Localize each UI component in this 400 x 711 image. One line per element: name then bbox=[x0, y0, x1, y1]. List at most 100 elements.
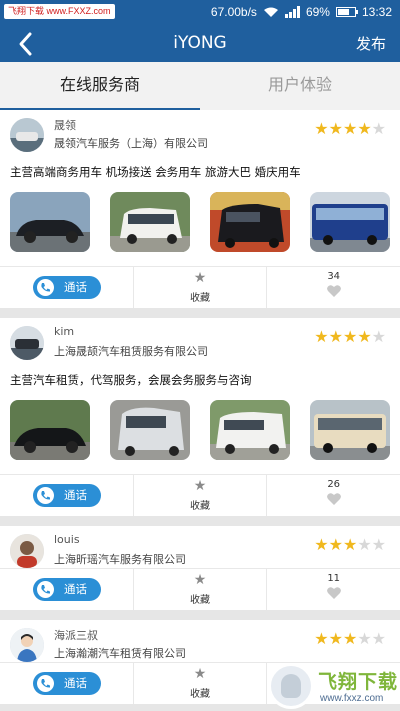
white-van-photo[interactable] bbox=[210, 400, 290, 460]
corner-watermark: 飞翔下载 www.fxxz.com bbox=[268, 663, 398, 709]
black-sedan-photo[interactable] bbox=[10, 192, 90, 252]
beige-bus-photo[interactable] bbox=[310, 400, 390, 460]
star-filled-icon: ★ bbox=[328, 327, 343, 346]
avatar bbox=[10, 628, 44, 662]
star-empty-icon: ★ bbox=[357, 629, 372, 648]
call-button[interactable]: 通话 bbox=[33, 484, 101, 507]
rating-stars: ★★★★★ bbox=[314, 629, 386, 648]
provider-name: kim bbox=[54, 325, 75, 338]
page-title: iYONG bbox=[173, 33, 227, 53]
star-filled-icon: ★ bbox=[314, 629, 329, 648]
avatar bbox=[10, 534, 44, 568]
phone-icon bbox=[37, 487, 54, 504]
star-empty-icon: ★ bbox=[357, 535, 372, 554]
company-name: 上海晟颉汽车租赁服务有限公司 bbox=[54, 345, 208, 358]
phone-icon bbox=[37, 675, 54, 692]
network-speed: 67.00b/s bbox=[210, 5, 257, 19]
star-filled-icon: ★ bbox=[328, 535, 343, 554]
favorite-button[interactable]: ★ 收藏 bbox=[134, 267, 268, 308]
star-filled-icon: ★ bbox=[342, 119, 358, 138]
watermark-logo-icon bbox=[268, 663, 314, 709]
watermark-name: 飞翔下载 bbox=[318, 671, 399, 693]
favorite-label: 收藏 bbox=[190, 689, 210, 700]
tab-user-experience[interactable]: 用户体验 bbox=[200, 62, 400, 110]
like-button[interactable]: 34 bbox=[267, 267, 400, 308]
star-filled-icon: ★ bbox=[342, 629, 358, 648]
rating-stars: ★★★★★ bbox=[314, 119, 386, 138]
watermark-badge: 飞翔下载 www.FXXZ.com bbox=[4, 4, 115, 19]
white-mpv-photo[interactable] bbox=[110, 192, 190, 252]
action-bar: 通话 ★ 收藏 11 bbox=[0, 568, 400, 610]
star-icon: ★ bbox=[193, 572, 207, 588]
signal-icon bbox=[284, 6, 300, 18]
company-name: 上海昕瑶汽车服务有限公司 bbox=[54, 553, 186, 566]
status-bar: 飞翔下载 www.FXXZ.com 67.00b/s 69% 13:32 bbox=[0, 0, 400, 26]
provider-description: 主营汽车租赁，代驾服务，会展会务服务与咨询 bbox=[10, 373, 252, 387]
provider-description: 主营高端商务用车 机场接送 会务用车 旅游大巴 婚庆用车 bbox=[10, 165, 301, 179]
avatar bbox=[10, 118, 44, 152]
black-sedan-photo[interactable] bbox=[10, 400, 90, 460]
star-empty-icon: ★ bbox=[371, 119, 386, 138]
blue-bus-photo[interactable] bbox=[310, 192, 390, 252]
star-filled-icon: ★ bbox=[357, 327, 372, 346]
silver-mpv-photo[interactable] bbox=[110, 400, 190, 460]
star-filled-icon: ★ bbox=[328, 629, 343, 648]
rating-stars: ★★★★★ bbox=[314, 327, 386, 346]
nav-bar: iYONG 发布 bbox=[0, 26, 400, 62]
wifi-icon bbox=[263, 7, 278, 17]
tab-bar: 在线服务商 用户体验 bbox=[0, 62, 400, 110]
favorite-label: 收藏 bbox=[190, 595, 210, 606]
provider-card[interactable]: 晟领 晟领汽车服务（上海）有限公司 ★★★★★ 主营高端商务用车 机场接送 会务… bbox=[0, 110, 400, 308]
heart-icon bbox=[267, 283, 400, 302]
provider-list: 晟领 晟领汽车服务（上海）有限公司 ★★★★★ 主营高端商务用车 机场接送 会务… bbox=[0, 110, 400, 711]
provider-card[interactable]: kim 上海晟颉汽车租赁服务有限公司 ★★★★★ 主营汽车租赁，代驾服务，会展会… bbox=[0, 318, 400, 516]
call-label: 通话 bbox=[64, 582, 87, 596]
heart-icon bbox=[267, 491, 400, 510]
provider-name: 海派三叔 bbox=[54, 629, 98, 642]
like-count: 26 bbox=[327, 479, 341, 490]
company-name: 晟领汽车服务（上海）有限公司 bbox=[54, 137, 208, 150]
company-name: 上海瀚潮汽车租赁有限公司 bbox=[54, 647, 186, 660]
star-filled-icon: ★ bbox=[314, 327, 329, 346]
call-button[interactable]: 通话 bbox=[33, 578, 101, 601]
star-filled-icon: ★ bbox=[342, 327, 358, 346]
star-empty-icon: ★ bbox=[371, 629, 386, 648]
action-bar: 通话 ★ 收藏 26 bbox=[0, 474, 400, 516]
black-van-photo[interactable] bbox=[210, 192, 290, 252]
call-button[interactable]: 通话 bbox=[33, 672, 101, 695]
avatar bbox=[10, 326, 44, 360]
tab-online-providers[interactable]: 在线服务商 bbox=[0, 62, 200, 110]
photo-row bbox=[0, 192, 400, 266]
call-label: 通话 bbox=[64, 280, 87, 294]
star-icon: ★ bbox=[193, 270, 207, 286]
star-filled-icon: ★ bbox=[314, 119, 329, 138]
call-button[interactable]: 通话 bbox=[33, 276, 101, 299]
favorite-label: 收藏 bbox=[190, 293, 210, 304]
publish-button[interactable]: 发布 bbox=[356, 33, 386, 54]
provider-card[interactable]: louis 上海昕瑶汽车服务有限公司 ★★★★★ 通话 ★ 收藏 11 bbox=[0, 526, 400, 610]
call-label: 通话 bbox=[64, 488, 87, 502]
call-label: 通话 bbox=[64, 676, 87, 690]
phone-icon bbox=[37, 279, 54, 296]
star-filled-icon: ★ bbox=[328, 119, 343, 138]
star-filled-icon: ★ bbox=[314, 535, 329, 554]
heart-icon bbox=[267, 585, 400, 604]
watermark-url: www.fxxz.com bbox=[320, 693, 384, 704]
like-button[interactable]: 26 bbox=[267, 475, 400, 516]
star-filled-icon: ★ bbox=[342, 535, 358, 554]
star-icon: ★ bbox=[193, 478, 207, 494]
battery-percent: 69% bbox=[305, 5, 330, 19]
favorite-button[interactable]: ★ 收藏 bbox=[134, 663, 268, 704]
star-empty-icon: ★ bbox=[371, 535, 386, 554]
battery-icon bbox=[335, 7, 358, 17]
action-bar: 通话 ★ 收藏 34 bbox=[0, 266, 400, 308]
favorite-button[interactable]: ★ 收藏 bbox=[134, 569, 268, 610]
status-indicators: 67.00b/s 69% 13:32 bbox=[211, 5, 392, 19]
photo-row bbox=[0, 400, 400, 474]
clock: 13:32 bbox=[361, 5, 392, 19]
provider-name: louis bbox=[54, 533, 80, 546]
star-filled-icon: ★ bbox=[357, 119, 372, 138]
favorite-label: 收藏 bbox=[190, 501, 210, 512]
like-button[interactable]: 11 bbox=[267, 569, 400, 610]
favorite-button[interactable]: ★ 收藏 bbox=[134, 475, 268, 516]
